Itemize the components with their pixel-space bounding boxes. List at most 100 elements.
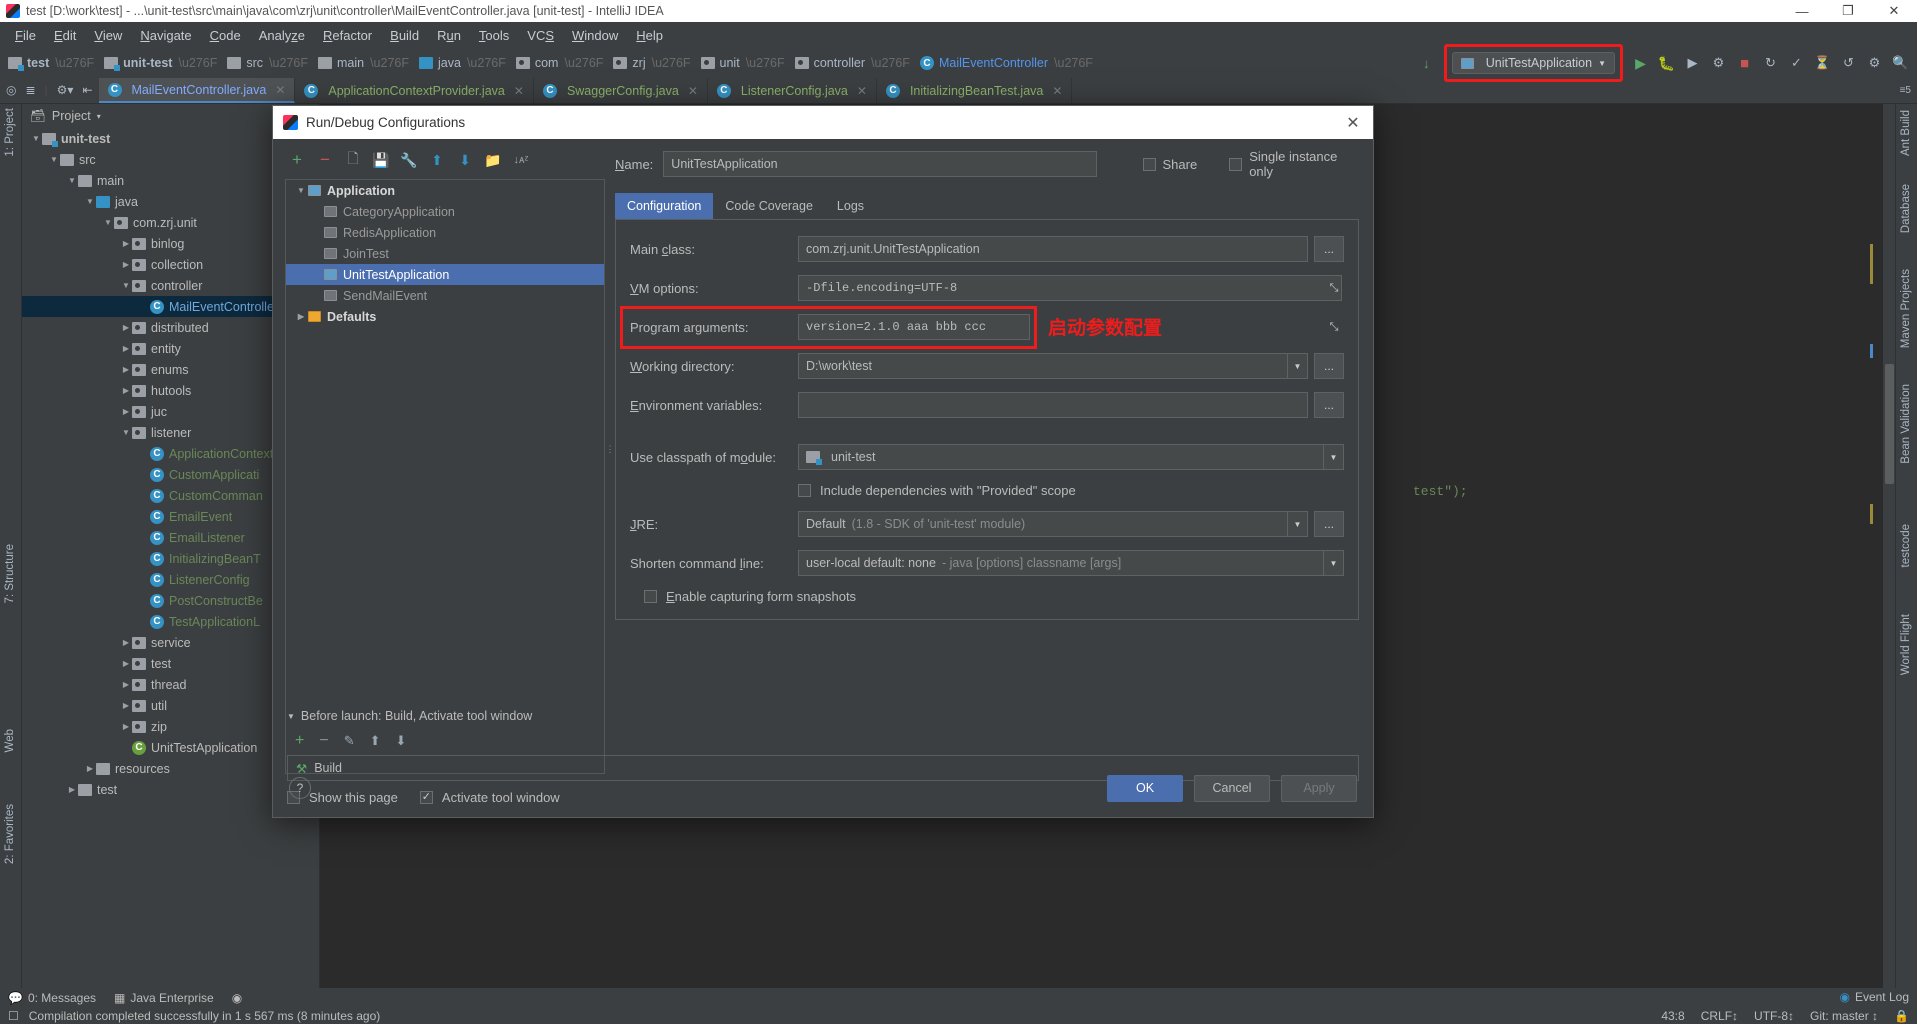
chevron-right-icon[interactable]: ▶: [120, 680, 132, 689]
close-icon[interactable]: ✕: [275, 83, 285, 97]
move-down-icon[interactable]: ⬇: [457, 152, 473, 168]
breadcrumb-zrj[interactable]: zrj \u276F: [609, 50, 696, 76]
menu-view[interactable]: View: [85, 25, 131, 46]
tool-label-maven[interactable]: Maven Projects: [1900, 269, 1912, 348]
tool-label-bean-validation[interactable]: Bean Validation: [1900, 384, 1912, 464]
config-item-redisapplication[interactable]: RedisApplication: [286, 222, 604, 243]
status-encoding[interactable]: UTF-8↕: [1754, 1009, 1794, 1023]
menubar[interactable]: File Edit View Navigate Code Analyze Ref…: [0, 22, 1917, 48]
maximize-button[interactable]: ❐: [1825, 0, 1871, 22]
tab-mail-event-controller[interactable]: C MailEventController.java ✕: [98, 78, 296, 103]
chevron-down-icon[interactable]: ▼: [287, 712, 295, 721]
locate-icon[interactable]: ◎: [6, 83, 16, 97]
edit-templates-icon[interactable]: 🔧: [400, 152, 417, 168]
tool-label-web[interactable]: Web: [4, 729, 16, 752]
config-item-defaults[interactable]: ▶ Defaults: [286, 306, 604, 327]
share-checkbox[interactable]: [1142, 157, 1156, 171]
tool-label-testcode[interactable]: testcode: [1900, 524, 1912, 567]
chevron-down-icon[interactable]: ▼: [66, 176, 78, 185]
chevron-down-icon[interactable]: ▾: [97, 112, 101, 121]
menu-code[interactable]: Code: [201, 25, 250, 46]
chevron-right-icon[interactable]: ▶: [120, 638, 132, 647]
tab-listener-config[interactable]: C ListenerConfig.java ✕: [708, 78, 877, 103]
working-directory-dropdown[interactable]: ▼: [1288, 353, 1308, 379]
chevron-right-icon[interactable]: ▶: [120, 407, 132, 416]
run-with-coverage-icon[interactable]: ▶: [1684, 55, 1701, 72]
help-button[interactable]: ?: [289, 777, 311, 799]
dialog-splitter[interactable]: ⋮: [605, 139, 615, 759]
tab-initializing-bean-test[interactable]: C InitializingBeanTest.java ✕: [877, 78, 1073, 103]
breadcrumb-src[interactable]: src \u276F: [223, 50, 314, 76]
menu-vcs[interactable]: VCS: [518, 25, 563, 46]
dialog-close-button[interactable]: ✕: [1343, 113, 1363, 133]
status-line-separator[interactable]: CRLF↕: [1701, 1009, 1738, 1023]
single-instance-checkbox[interactable]: [1229, 157, 1243, 171]
debug-icon[interactable]: 🐛: [1658, 55, 1675, 72]
chevron-right-icon[interactable]: ▶: [120, 386, 132, 395]
name-input[interactable]: UnitTestApplication: [663, 151, 1097, 177]
download-icon[interactable]: ↓: [1418, 55, 1435, 72]
chevron-down-icon[interactable]: ▼: [102, 218, 114, 227]
main-class-input[interactable]: com.zrj.unit.UnitTestApplication: [798, 236, 1308, 262]
shorten-command-line-input[interactable]: user-local default: none - java [options…: [798, 550, 1324, 576]
move-task-up-icon[interactable]: ⬆: [370, 733, 381, 749]
move-up-icon[interactable]: ⬆: [429, 152, 445, 168]
copy-icon[interactable]: 🗋: [345, 150, 361, 168]
window-controls[interactable]: — ❐ ✕: [1779, 0, 1917, 22]
chevron-down-icon[interactable]: ▼: [120, 281, 132, 290]
vcs-update-icon[interactable]: ↻: [1762, 55, 1779, 72]
chevron-down-icon[interactable]: ▼: [1598, 59, 1606, 68]
breadcrumb-com[interactable]: com \u276F: [512, 50, 610, 76]
hide-icon[interactable]: ⇤: [82, 83, 92, 97]
chevron-right-icon[interactable]: ▶: [294, 312, 308, 321]
working-directory-input[interactable]: D:\work\test: [798, 353, 1288, 379]
environment-variables-browse-button[interactable]: ...: [1314, 392, 1344, 418]
breadcrumb-unit[interactable]: unit \u276F: [697, 50, 791, 76]
editor-scrollbar[interactable]: [1883, 104, 1895, 988]
chevron-right-icon[interactable]: ▶: [120, 722, 132, 731]
search-icon[interactable]: 🔍: [1892, 55, 1909, 72]
breadcrumb-java[interactable]: java \u276F: [415, 50, 512, 76]
jre-dropdown[interactable]: ▼: [1288, 511, 1308, 537]
ok-button[interactable]: OK: [1107, 774, 1183, 802]
menu-navigate[interactable]: Navigate: [131, 25, 200, 46]
tab-application-context-provider[interactable]: C ApplicationContextProvider.java ✕: [295, 78, 534, 103]
chevron-right-icon[interactable]: ▶: [66, 785, 78, 794]
use-classpath-dropdown[interactable]: ▼: [1324, 444, 1344, 470]
status-git-branch[interactable]: Git: master ↕: [1810, 1009, 1878, 1023]
close-button[interactable]: ✕: [1871, 0, 1917, 22]
configurations-list[interactable]: ▼ Application CategoryApplication RedisAppl…: [285, 179, 605, 774]
chevron-right-icon[interactable]: ▶: [120, 323, 132, 332]
tab-logs[interactable]: Logs: [825, 193, 876, 219]
chevron-right-icon[interactable]: ▶: [120, 239, 132, 248]
add-task-icon[interactable]: +: [295, 732, 304, 750]
cancel-button[interactable]: Cancel: [1194, 774, 1270, 802]
shorten-command-line-dropdown[interactable]: ▼: [1324, 550, 1344, 576]
config-item-jointest[interactable]: JoinTest: [286, 243, 604, 264]
menu-help[interactable]: Help: [627, 25, 672, 46]
vcs-history-icon[interactable]: ⏳: [1814, 55, 1831, 72]
config-item-sendmailevent[interactable]: SendMailEvent: [286, 285, 604, 306]
chevron-right-icon[interactable]: ▶: [120, 365, 132, 374]
chevron-down-icon[interactable]: ▼: [294, 186, 308, 195]
profile-icon[interactable]: ⚙: [1710, 55, 1727, 72]
gear-icon[interactable]: ⚙▾: [57, 83, 74, 97]
chevron-down-icon[interactable]: ▼: [120, 428, 132, 437]
tab-code-coverage[interactable]: Code Coverage: [713, 193, 825, 219]
undo-icon[interactable]: ↺: [1840, 55, 1857, 72]
editor-scrollbar-thumb[interactable]: [1885, 364, 1894, 484]
config-item-application[interactable]: ▼ Application: [286, 180, 604, 201]
config-item-unittestapplication[interactable]: UnitTestApplication: [286, 264, 604, 285]
run-icon[interactable]: ▶: [1632, 55, 1649, 72]
chevron-right-icon[interactable]: ▶: [84, 764, 96, 773]
add-icon[interactable]: +: [289, 150, 305, 169]
config-item-categoryapplication[interactable]: CategoryApplication: [286, 201, 604, 222]
menu-run[interactable]: Run: [428, 25, 470, 46]
tab-swagger-config[interactable]: C SwaggerConfig.java ✕: [534, 78, 708, 103]
close-icon[interactable]: ✕: [688, 84, 698, 98]
chevron-down-icon[interactable]: ▼: [84, 197, 96, 206]
new-folder-icon[interactable]: 📁: [484, 152, 501, 168]
sort-alpha-icon[interactable]: ↓ᴀᶻ: [513, 152, 529, 168]
move-task-down-icon[interactable]: ⬇: [396, 733, 407, 749]
chevron-right-icon[interactable]: ▶: [120, 344, 132, 353]
